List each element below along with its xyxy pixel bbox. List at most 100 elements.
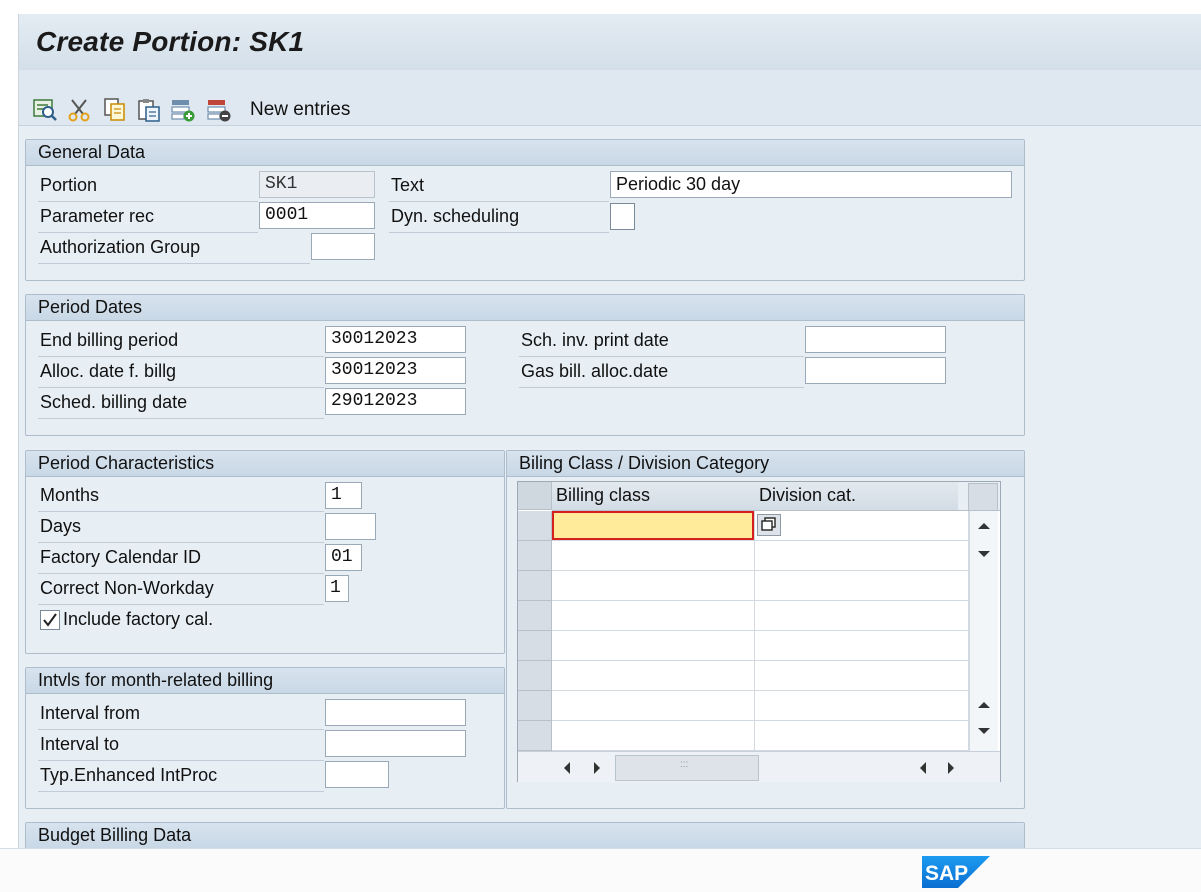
copy-icon[interactable]: [102, 97, 128, 123]
division-cat-cell[interactable]: [755, 601, 969, 631]
svg-text:SAP: SAP: [925, 862, 968, 885]
column-header-billing-class[interactable]: Billing class: [552, 482, 756, 511]
scroll-far-left-icon[interactable]: [918, 761, 928, 775]
cut-icon[interactable]: [66, 97, 92, 123]
intervals-group: Intvls for month-related billing Interva…: [25, 667, 505, 809]
billing-class-cell[interactable]: [552, 541, 755, 571]
interval-from-field[interactable]: [325, 699, 466, 726]
intervals-title: Intvls for month-related billing: [26, 668, 504, 694]
days-label: Days: [40, 516, 82, 536]
text-field[interactable]: Periodic 30 day: [610, 171, 1012, 198]
period-characteristics-title: Period Characteristics: [26, 451, 504, 477]
correct-non-workday-label: Correct Non-Workday: [40, 578, 214, 598]
interval-from-label: Interval from: [40, 703, 141, 723]
billing-class-cell[interactable]: [552, 691, 755, 721]
budget-billing-title: Budget Billing Data: [26, 823, 1024, 849]
general-data-title: General Data: [26, 140, 1024, 166]
gas-bill-alloc-date-label: Gas bill. alloc.date: [521, 361, 669, 381]
new-entries-button[interactable]: New entries: [250, 99, 350, 121]
horizontal-scrollbar[interactable]: :::: [518, 751, 1000, 782]
row-selector[interactable]: [518, 511, 552, 541]
scroll-up-icon[interactable]: [977, 521, 991, 531]
factory-calendar-id-label: Factory Calendar ID: [40, 547, 202, 567]
authorization-group-field[interactable]: [311, 233, 375, 260]
billing-class-cell[interactable]: [552, 601, 755, 631]
scroll-page-up-icon[interactable]: [977, 700, 991, 710]
billing-class-group: Biling Class / Division Category Billing…: [506, 450, 1025, 809]
row-selector[interactable]: [518, 631, 552, 661]
months-field[interactable]: 1: [325, 482, 362, 509]
division-cat-cell[interactable]: [755, 541, 969, 571]
sched-billing-date-label: Sched. billing date: [40, 392, 188, 412]
interval-to-label: Interval to: [40, 734, 120, 754]
billing-class-cell[interactable]: [552, 661, 755, 691]
vertical-scrollbar[interactable]: [969, 511, 998, 751]
billing-class-cell[interactable]: [552, 631, 755, 661]
paste-icon[interactable]: [136, 97, 162, 123]
division-cat-cell[interactable]: [755, 631, 969, 661]
delete-row-icon[interactable]: [206, 97, 232, 123]
period-dates-title: Period Dates: [26, 295, 1024, 321]
row-selector[interactable]: [518, 721, 552, 751]
division-cat-cell[interactable]: [755, 721, 969, 751]
scroll-far-right-icon[interactable]: [946, 761, 956, 775]
billing-class-cell[interactable]: [552, 511, 755, 541]
division-cat-cell[interactable]: [755, 511, 969, 541]
scroll-left-icon[interactable]: [562, 761, 572, 775]
include-factory-cal-label: Include factory cal.: [63, 609, 214, 629]
dyn-scheduling-checkbox[interactable]: [610, 203, 635, 230]
row-selector[interactable]: [518, 601, 552, 631]
row-selector[interactable]: [518, 571, 552, 601]
column-settings-button[interactable]: [968, 483, 998, 511]
row-selector[interactable]: [518, 541, 552, 571]
alloc-date-field[interactable]: 30012023: [325, 357, 466, 384]
insert-row-icon[interactable]: [170, 97, 196, 123]
title-bar: Create Portion: SK1: [19, 14, 1201, 71]
portion-label: Portion: [40, 175, 98, 195]
text-label: Text: [391, 175, 425, 195]
page-title: Create Portion: SK1: [36, 26, 305, 57]
scroll-right-icon[interactable]: [592, 761, 602, 775]
parameter-rec-field[interactable]: 0001: [259, 202, 375, 229]
typ-enhanced-intproc-field[interactable]: [325, 761, 389, 788]
authorization-group-label: Authorization Group: [40, 237, 201, 257]
value-help-icon[interactable]: [757, 514, 781, 536]
horizontal-scroll-thumb[interactable]: :::: [615, 755, 759, 781]
include-factory-cal-checkbox[interactable]: [40, 610, 60, 630]
sch-inv-print-date-field[interactable]: [805, 326, 946, 353]
scroll-down-icon[interactable]: [977, 549, 991, 559]
end-billing-period-field[interactable]: 30012023: [325, 326, 466, 353]
checkmark-icon: [43, 613, 57, 627]
period-characteristics-group: Period Characteristics Months 1 Days Fac…: [25, 450, 505, 654]
scroll-page-down-icon[interactable]: [977, 726, 991, 736]
column-settings-area: [958, 482, 1000, 511]
alloc-date-label: Alloc. date f. billg: [40, 361, 177, 381]
sap-logo: SAP: [922, 856, 990, 888]
billing-class-cell[interactable]: [552, 571, 755, 601]
division-cat-cell[interactable]: [755, 571, 969, 601]
general-data-group: General Data Portion SK1 Text Periodic 3…: [25, 139, 1025, 281]
division-cat-cell[interactable]: [755, 691, 969, 721]
billing-class-title: Biling Class / Division Category: [507, 451, 1024, 477]
gas-bill-alloc-date-field[interactable]: [805, 357, 946, 384]
division-cat-cell[interactable]: [755, 661, 969, 691]
end-billing-period-label: End billing period: [40, 330, 179, 350]
portion-field: SK1: [259, 171, 375, 198]
period-dates-group: Period Dates End billing period 30012023…: [25, 294, 1025, 436]
column-header-division-cat[interactable]: Division cat.: [755, 482, 959, 511]
typ-enhanced-intproc-label: Typ.Enhanced IntProc: [40, 765, 218, 785]
row-selector[interactable]: [518, 691, 552, 721]
days-field[interactable]: [325, 513, 376, 540]
billing-class-cell[interactable]: [552, 721, 755, 751]
factory-calendar-id-field[interactable]: 01: [325, 544, 362, 571]
parameter-rec-label: Parameter rec: [40, 206, 155, 226]
sap-window: Create Portion: SK1 New entries General …: [18, 14, 1201, 863]
row-selector[interactable]: [518, 661, 552, 691]
select-all-cell[interactable]: [518, 482, 552, 510]
interval-to-field[interactable]: [325, 730, 466, 757]
sched-billing-date-field[interactable]: 29012023: [325, 388, 466, 415]
details-icon[interactable]: [32, 97, 58, 123]
dyn-scheduling-label: Dyn. scheduling: [391, 206, 520, 226]
sch-inv-print-date-label: Sch. inv. print date: [521, 330, 669, 350]
correct-non-workday-field[interactable]: 1: [325, 575, 349, 602]
